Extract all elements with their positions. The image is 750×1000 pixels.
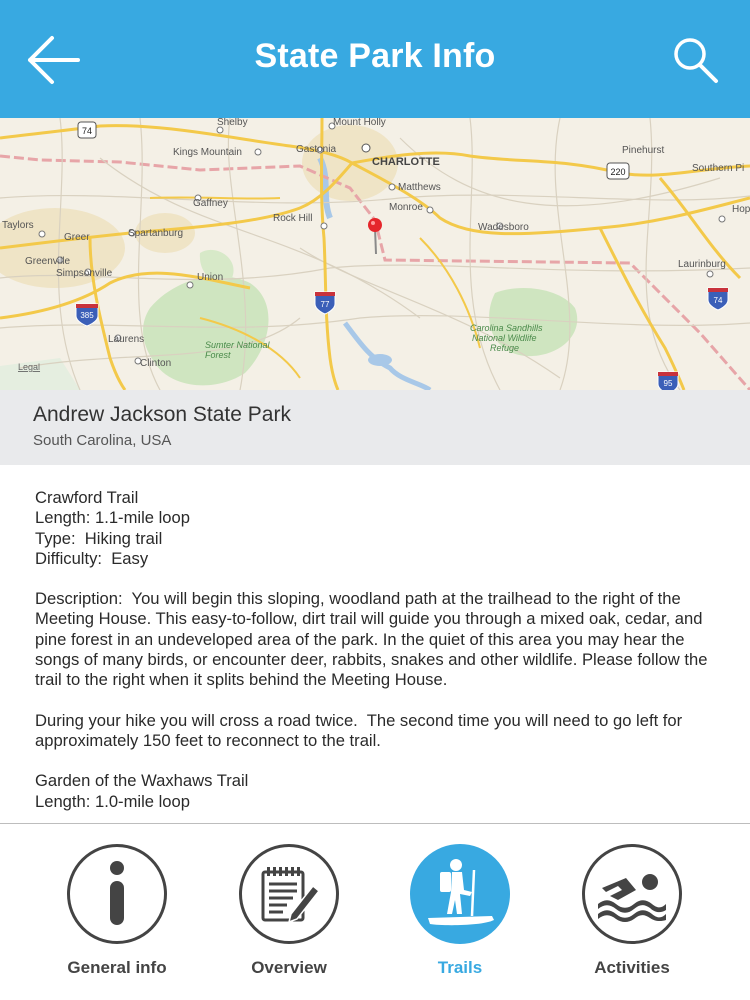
trail-name: Garden of the Waxhaws Trail [35,771,249,791]
notepad-pencil-icon [261,867,321,924]
map-label-carolina-1: Carolina Sandhills [470,323,543,333]
park-header-band [0,390,750,465]
tab-general-info-circle [67,844,167,944]
tab-activities-circle [582,844,682,944]
tab-trails[interactable]: Trails [385,844,535,994]
trail-difficulty: Difficulty: Easy [35,548,149,568]
svg-text:77: 77 [321,300,330,309]
bottom-tab-bar: General info Overview Trails Activities [0,824,750,1000]
map-label-rock-hill: Rock Hill [273,213,312,224]
map-label-kings-mountain: Kings Mountain [173,147,242,158]
map-label-charlotte: CHARLOTTE [372,156,440,168]
trail-length: Length: 1.1-mile loop [35,508,190,528]
trail-description: Description: You will begin this sloping… [35,589,713,690]
map-label-spartanburg: Spartanburg [128,228,183,239]
map-label-matthews: Matthews [398,182,441,193]
route-shield-220: 220 [606,162,630,180]
search-button[interactable] [670,34,726,86]
map-label-taylors: Taylors [2,220,34,231]
tab-label: Trails [437,958,483,977]
trail-block-waxhaws: Garden of the Waxhaws Trail Length: 1.0-… [35,771,719,812]
map-legal-link[interactable]: Legal [18,362,40,372]
trail-name: Crawford Trail [35,488,139,507]
map-label-laurens: Laurens [108,334,144,345]
map-label-wadesboro: Wadesboro [478,222,529,233]
swimmer-icon [598,874,666,922]
map-canvas: Shelby Mount Holly Kings Mountain Gaston… [0,118,750,390]
map-label-laurinburg: Laurinburg [678,259,726,270]
map-label-carolina-3: Refuge [490,343,519,353]
map-label-simpsonville: Simpsonville [56,268,113,279]
map-label-greer: Greer [64,232,90,243]
map-label-carolina-2: National Wildlife [472,333,536,343]
tab-label: Activities [594,958,670,977]
svg-text:74: 74 [714,296,723,305]
page-title: State Park Info [254,37,496,75]
search-icon [674,38,718,83]
map-label-shelby: Shelby [217,118,248,128]
svg-text:74: 74 [82,126,92,136]
map-label-greenville: Greenville [25,256,70,267]
park-location: South Carolina, USA [33,432,172,449]
tab-activities[interactable]: Activities [557,844,707,994]
trail-type: Type: Hiking trail [35,528,163,548]
tab-overview-circle [239,844,339,944]
map-label-gaffney: Gaffney [193,198,228,209]
map-label-union: Union [197,272,223,283]
interstate-shield-95: 95 [657,371,679,390]
info-icon [110,861,124,925]
trail-details: Crawford Trail Length: 1.1-mile loop Typ… [35,488,719,832]
tab-label: Overview [251,958,327,977]
tab-trails-circle [410,844,510,944]
map-label-sumter-2: Forest [205,350,231,360]
svg-text:95: 95 [664,379,673,388]
map-label-monroe: Monroe [389,202,423,213]
svg-text:385: 385 [80,311,94,320]
map-label-southern-pines: Southern Pi [692,163,744,174]
map-label-pinehurst: Pinehurst [622,145,664,156]
app-header: State Park Info [0,0,750,118]
map-label-sumter-1: Sumter National [205,340,271,350]
map-label-mount-holly: Mount Holly [333,118,386,128]
map-label-hope: Hop [732,204,750,215]
map-label-gastonia: Gastonia [296,144,336,155]
interstate-shield-74-west: 74 [77,121,97,139]
hiker-icon [428,859,494,926]
park-map[interactable]: Shelby Mount Holly Kings Mountain Gaston… [0,118,750,390]
tab-label: General info [67,958,167,977]
park-name: Andrew Jackson State Park [33,403,291,426]
tab-general-info[interactable]: General info [42,844,192,994]
tab-overview[interactable]: Overview [214,844,364,994]
map-label-clinton: Clinton [140,358,171,369]
svg-text:220: 220 [610,167,625,177]
trail-block-crawford: Crawford Trail Length: 1.1-mile loop Typ… [35,488,719,569]
trail-length: Length: 1.0-mile loop [35,791,190,811]
hike-note: During your hike you will cross a road t… [35,710,687,750]
